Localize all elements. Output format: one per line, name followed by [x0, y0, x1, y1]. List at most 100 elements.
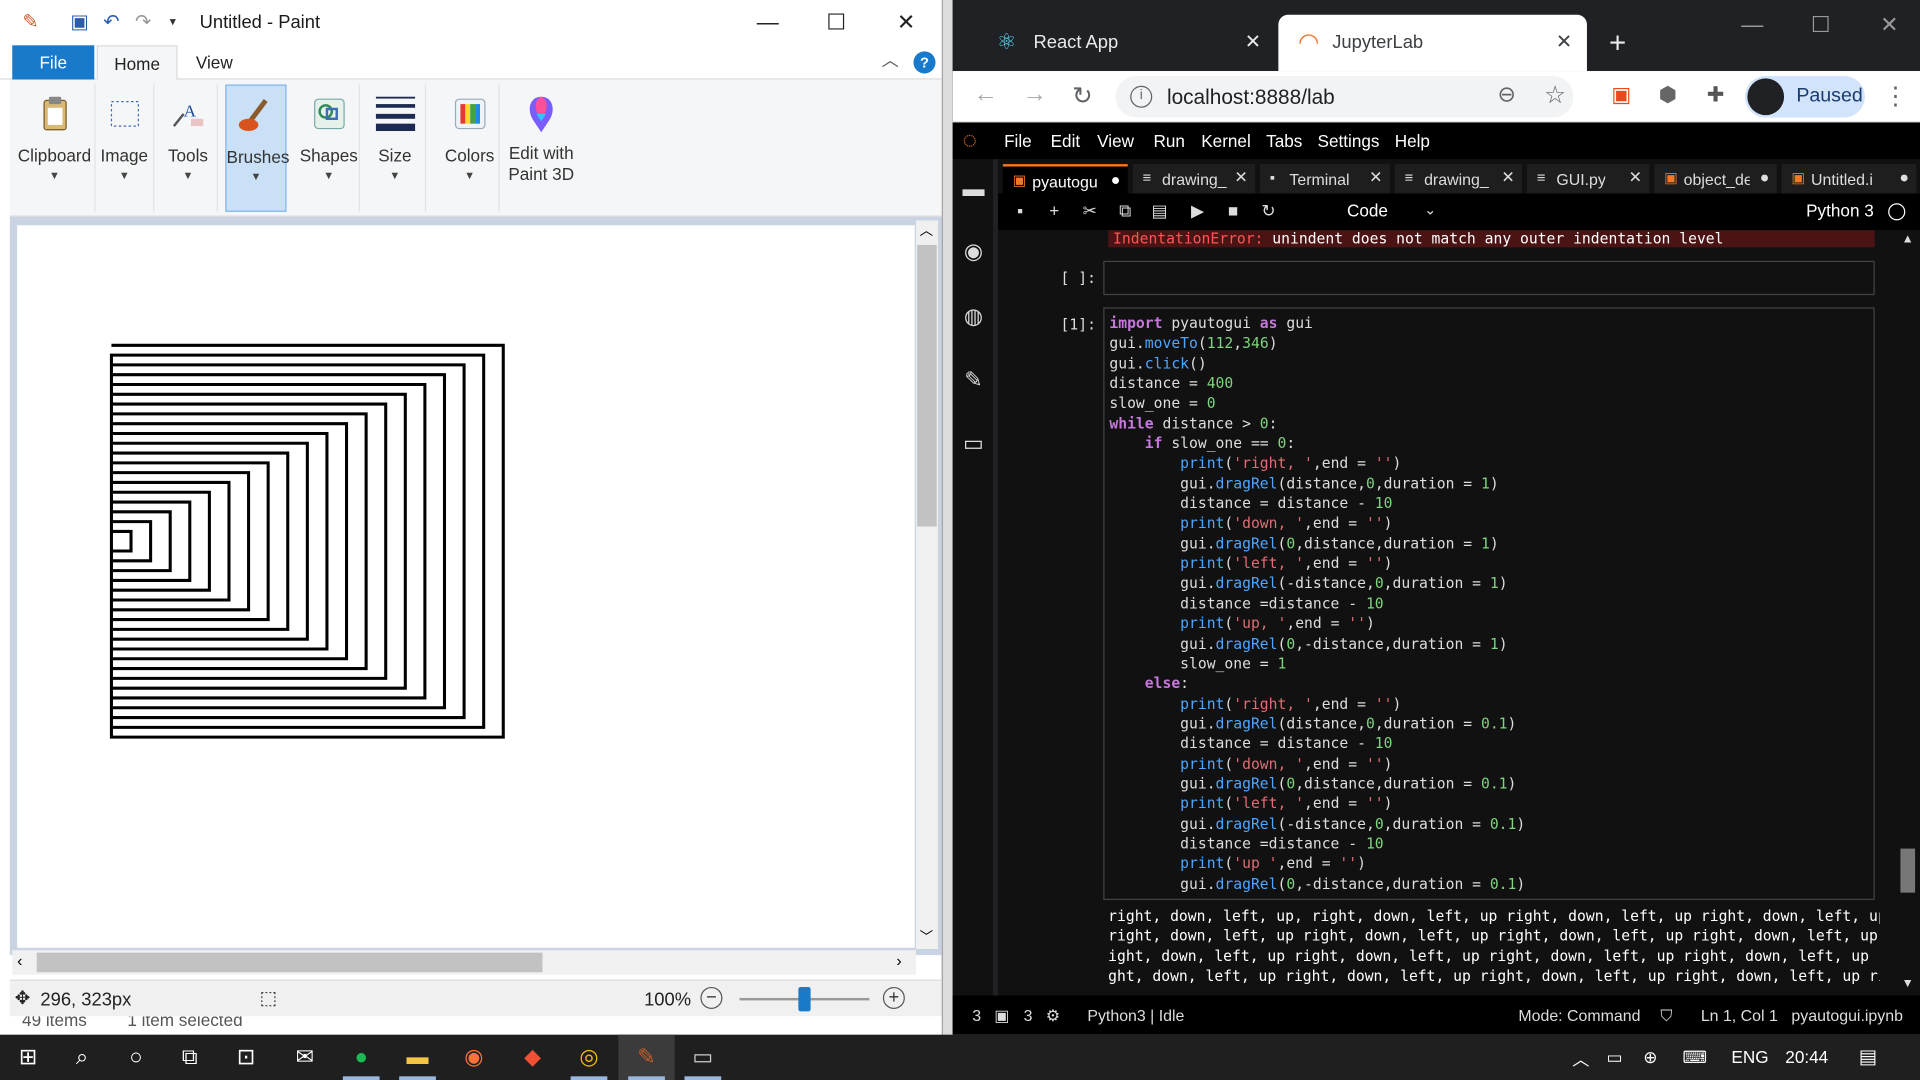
forward-icon[interactable]: →	[1019, 81, 1051, 109]
jupyter-doc-tab[interactable]: ▪ Terminal ✕	[1260, 164, 1390, 194]
chevron-down-icon[interactable]: ⌄	[1424, 201, 1436, 218]
notebook-scrollbar[interactable]: ▲ ▼	[1895, 230, 1920, 996]
minimize-button[interactable]: —	[732, 0, 803, 45]
jupyter-doc-tab[interactable]: ▣ object_de ●	[1654, 164, 1777, 194]
unsaved-dot-icon[interactable]: ●	[1899, 168, 1909, 186]
back-icon[interactable]: ←	[970, 81, 1002, 109]
close-tab-icon[interactable]: ✕	[1556, 29, 1572, 53]
add-cell-icon[interactable]: +	[1042, 201, 1066, 225]
empty-code-cell[interactable]	[1103, 260, 1875, 296]
wrench-icon[interactable]: ✎	[960, 367, 987, 394]
redo-icon[interactable]: ↷	[130, 10, 157, 37]
jupyter-doc-tab[interactable]: ≡ drawing_ ✕	[1132, 164, 1256, 194]
unsaved-dot-icon[interactable]: ●	[1111, 170, 1121, 188]
collapse-ribbon-icon[interactable]: ︿	[882, 48, 899, 72]
cortana-icon[interactable]: ○	[108, 1035, 164, 1080]
palette-icon[interactable]: ◍	[960, 304, 987, 331]
save-icon[interactable]: ▪	[1008, 201, 1032, 225]
restart-icon[interactable]: ↻	[1256, 201, 1280, 225]
stop-icon[interactable]: ■	[1221, 201, 1245, 225]
unsaved-dot-icon[interactable]: ●	[1760, 168, 1770, 186]
menu-help[interactable]: Help	[1395, 131, 1430, 151]
horizontal-scrollbar[interactable]: ‹ ›	[12, 950, 916, 975]
kernel-state[interactable]: Python3 | Idle	[1087, 1007, 1184, 1025]
keyboard-icon[interactable]: ⌨	[1682, 1047, 1707, 1068]
paint-app-icon[interactable]: ✎	[17, 10, 44, 37]
close-icon[interactable]: ✕	[1234, 168, 1247, 188]
paste-icon[interactable]: ▤	[1147, 201, 1171, 225]
help-icon[interactable]: ?	[913, 51, 936, 74]
chrome-tab-jupyterlab[interactable]: ◠ JupyterLab ✕	[1278, 14, 1587, 72]
spotify-icon[interactable]: ●	[333, 1035, 389, 1080]
run-icon[interactable]: ▶	[1185, 201, 1209, 225]
cut-icon[interactable]: ✂	[1078, 201, 1102, 225]
menu-settings[interactable]: Settings	[1318, 131, 1380, 151]
zoom-in-button[interactable]: +	[882, 986, 905, 1009]
scroll-up-icon[interactable]: ▲	[1902, 233, 1914, 246]
profile-button[interactable]: Paused	[1744, 75, 1865, 118]
running-stop-icon[interactable]: ◉	[960, 239, 987, 266]
close-tab-icon[interactable]: ✕	[1245, 29, 1261, 53]
jupyter-doc-tab[interactable]: ≡ drawing_ ✕	[1394, 164, 1523, 194]
vertical-scrollbar[interactable]: ︿ ﹀	[915, 220, 938, 949]
network-icon[interactable]: ⊕	[1643, 1047, 1657, 1068]
ribbon-shapes[interactable]: Shapes ▼	[299, 84, 361, 212]
jupyter-doc-tab[interactable]: ▣ Untitled.i ●	[1781, 164, 1917, 194]
mail-icon[interactable]: ✉	[277, 1035, 333, 1080]
jupyter-doc-tab[interactable]: ≡ GUI.py ✕	[1526, 164, 1650, 194]
code-cell[interactable]: import pyautogui as gui gui.moveTo(112,34…	[1103, 307, 1875, 901]
notebook-panel[interactable]: IndentationError: unindent does not matc…	[997, 230, 1920, 996]
menu-view[interactable]: View	[1097, 131, 1134, 151]
zoom-icon[interactable]: ⊖	[1498, 82, 1516, 108]
action-center-icon[interactable]: ▤	[1859, 1044, 1878, 1068]
zoom-slider-thumb[interactable]	[798, 986, 811, 1012]
reload-icon[interactable]: ↻	[1067, 81, 1099, 112]
bookmark-star-icon[interactable]: ☆	[1544, 80, 1566, 111]
brave-extension-icon[interactable]: ▣	[1608, 82, 1635, 109]
menu-run[interactable]: Run	[1153, 131, 1184, 151]
kernel-name[interactable]: Python 3	[1806, 201, 1874, 221]
ribbon-tools[interactable]: A Tools ▼	[159, 84, 218, 212]
minimize-button[interactable]: —	[1722, 12, 1783, 38]
kernels-count[interactable]: 3	[1024, 1007, 1033, 1025]
ribbon-clipboard[interactable]: Clipboard ▼	[15, 84, 96, 212]
jupyter-doc-tab[interactable]: ▣ pyautogu ●	[1002, 164, 1128, 194]
chrome-icon[interactable]: ◎	[561, 1035, 617, 1080]
tabs-icon[interactable]: ▭	[960, 431, 987, 458]
chrome-menu-icon[interactable]: ⋮	[1883, 81, 1907, 112]
ribbon-paint3d[interactable]: Edit with Paint 3D	[502, 84, 580, 211]
tray-overflow-icon[interactable]: ︿	[1572, 1047, 1589, 1071]
scroll-thumb[interactable]	[917, 244, 937, 527]
save-icon[interactable]: ▣	[66, 10, 93, 37]
file-explorer-icon[interactable]: ▬	[389, 1035, 445, 1080]
scroll-left-icon[interactable]: ‹	[17, 951, 22, 969]
cube-extension-icon[interactable]: ⬢	[1654, 82, 1681, 109]
maximize-button[interactable]: ☐	[1790, 12, 1851, 38]
ribbon-size[interactable]: Size ▼	[365, 84, 427, 212]
zoom-out-button[interactable]: −	[700, 986, 723, 1009]
address-bar[interactable]: i localhost:8888/lab ⊖ ☆	[1115, 75, 1574, 118]
menu-file[interactable]: File	[1004, 131, 1032, 151]
input-language[interactable]: ENG	[1731, 1047, 1768, 1067]
folder-icon[interactable]: ▬	[960, 176, 987, 203]
task-view-icon[interactable]: ⧉	[162, 1035, 218, 1080]
scroll-thumb[interactable]	[1900, 848, 1916, 893]
clock-time[interactable]: 20:44	[1785, 1047, 1828, 1067]
chrome-tab-react-app[interactable]: ⚛ React App ✕	[967, 15, 1276, 71]
close-button[interactable]: ✕	[871, 0, 942, 45]
tab-view[interactable]: View	[184, 45, 245, 79]
store-icon[interactable]: ⊡	[218, 1035, 274, 1080]
undo-icon[interactable]: ↶	[98, 10, 125, 37]
paint-taskbar-icon[interactable]: ✎	[618, 1034, 675, 1080]
search-icon[interactable]: ⌕	[54, 1035, 110, 1080]
cursor-position[interactable]: Ln 1, Col 1	[1701, 1007, 1778, 1025]
customize-qat-icon[interactable]: ▾	[159, 10, 186, 37]
scroll-down-icon[interactable]: ﹀	[920, 927, 933, 947]
close-icon[interactable]: ✕	[1629, 168, 1642, 188]
start-windows-icon[interactable]: ⊞	[0, 1035, 56, 1080]
close-button[interactable]: ✕	[1859, 12, 1920, 38]
terminals-count[interactable]: 3	[972, 1007, 981, 1025]
ribbon-colors[interactable]: Colors ▼	[441, 84, 500, 212]
new-tab-button[interactable]: +	[1609, 27, 1626, 61]
close-icon[interactable]: ✕	[1369, 168, 1382, 188]
